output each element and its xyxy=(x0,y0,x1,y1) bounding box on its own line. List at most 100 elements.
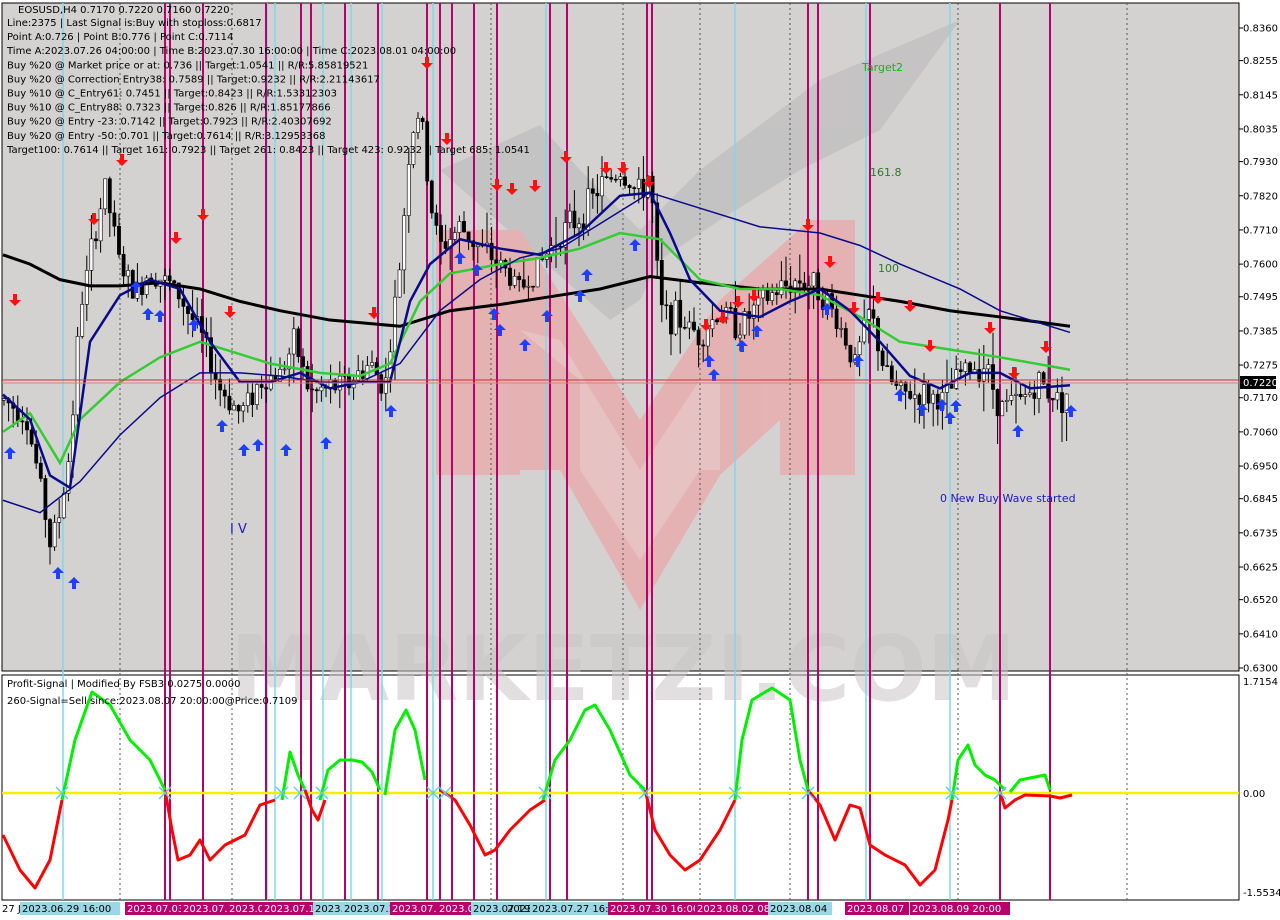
candle xyxy=(75,336,80,416)
candle xyxy=(103,178,108,210)
candle xyxy=(664,304,669,307)
candle xyxy=(894,381,899,386)
candle xyxy=(926,384,931,404)
candle xyxy=(595,193,600,197)
candle xyxy=(756,297,761,306)
candle xyxy=(613,178,618,181)
candle xyxy=(774,292,779,295)
price-tick-label: 0.6520 xyxy=(1243,595,1278,606)
candle xyxy=(876,317,880,352)
info-line: Buy %10 @ C_Entry61: 0.7451 || Target:0.… xyxy=(7,89,337,100)
candle xyxy=(379,374,384,394)
candle xyxy=(922,384,926,405)
candle xyxy=(811,272,816,287)
time-axis[interactable]: 27 Jun 20232023.06.29 16:002023.07.03 20… xyxy=(2,902,1010,915)
candle xyxy=(163,275,167,281)
candle xyxy=(29,429,34,445)
candle xyxy=(416,118,420,133)
candle xyxy=(908,390,913,399)
candle xyxy=(319,386,324,392)
candle xyxy=(705,328,710,347)
candle xyxy=(255,384,259,405)
candle xyxy=(618,176,623,180)
candle xyxy=(126,270,131,277)
indicator-axis-bottom: -1.5534 xyxy=(1243,888,1280,899)
candle xyxy=(963,362,968,372)
candle xyxy=(880,350,885,366)
candle xyxy=(181,298,186,307)
candle xyxy=(434,212,439,226)
candle xyxy=(632,187,637,189)
fib-161-label: 161.8 xyxy=(870,166,902,179)
indicator-signal-text: 260-Signal=Sell since:2023.08.07 20:00:0… xyxy=(7,696,297,707)
candle xyxy=(692,321,696,331)
candle xyxy=(475,244,480,247)
candle xyxy=(834,308,839,330)
candle xyxy=(673,299,678,335)
price-tick-label: 0.8035 xyxy=(1243,124,1278,135)
trading-chart[interactable]: MARKETZI.COM EOSUSD,H4 0.7170 0.7220 0.7… xyxy=(0,0,1280,920)
candle xyxy=(84,270,89,305)
symbol-line: EOSUSD,H4 0.7170 0.7220 0.7160 0.7220 xyxy=(18,5,230,16)
candle xyxy=(89,238,94,271)
candle xyxy=(94,238,98,242)
candle xyxy=(784,280,788,287)
candle xyxy=(935,393,940,410)
candle xyxy=(710,319,715,330)
candle xyxy=(296,328,301,357)
candle xyxy=(738,334,742,339)
candle xyxy=(659,260,664,306)
candle xyxy=(1000,401,1005,417)
candle xyxy=(512,275,517,286)
candle xyxy=(282,368,287,371)
indicator-axis-top: 1.7154 xyxy=(1243,677,1278,688)
candle xyxy=(696,329,701,346)
price-tick-label: 0.6300 xyxy=(1243,664,1278,675)
time-label: 2023.08.09 20:00 xyxy=(912,904,1001,915)
time-label: 2023.07.30 16:00 xyxy=(610,904,699,915)
buy-wave-label: 0 New Buy Wave started xyxy=(940,492,1076,505)
candle xyxy=(770,292,775,301)
candle xyxy=(866,309,871,320)
candle xyxy=(604,176,609,178)
info-line: Point A:0.726 | Point B:0.776 | Point C:… xyxy=(7,32,233,43)
info-line: Buy %20 @ Entry -50: 0.701 || Target:0.7… xyxy=(7,131,325,142)
candle xyxy=(885,365,890,367)
candle xyxy=(1023,394,1028,397)
candle xyxy=(1032,392,1037,399)
candle xyxy=(439,225,443,242)
candle xyxy=(508,267,512,286)
candle xyxy=(250,392,255,405)
candle xyxy=(761,289,765,299)
candle xyxy=(623,176,627,186)
candle xyxy=(526,285,531,288)
price-tick-label: 0.6410 xyxy=(1243,629,1278,640)
info-line: Buy %20 @ Market price or at: 0.736 || T… xyxy=(7,60,368,71)
candle xyxy=(857,341,862,355)
candle xyxy=(687,321,692,329)
candle xyxy=(1018,393,1023,397)
candle xyxy=(981,368,986,382)
fib-100-label: 100 xyxy=(878,262,899,275)
candle xyxy=(1009,395,1014,401)
candle xyxy=(121,254,126,277)
candle xyxy=(61,493,66,519)
price-tick-label: 0.6845 xyxy=(1243,494,1278,505)
candle xyxy=(1037,372,1041,399)
candle xyxy=(995,389,1000,417)
candle xyxy=(241,405,246,412)
candle xyxy=(678,299,683,328)
candle xyxy=(402,215,407,271)
price-tick-label: 0.7170 xyxy=(1243,393,1278,404)
target2-label: Target2 xyxy=(861,61,903,74)
price-tick-label: 0.6735 xyxy=(1243,528,1278,539)
candle xyxy=(669,305,673,335)
candle xyxy=(986,364,991,370)
candle xyxy=(848,344,853,363)
candle xyxy=(839,328,844,330)
time-label: 2023.07.27 16:00 xyxy=(532,904,621,915)
candle xyxy=(1060,392,1064,413)
candle xyxy=(227,395,232,411)
candle xyxy=(958,369,963,372)
info-line: Target100: 0.7614 || Target 161: 0.7923 … xyxy=(6,145,530,156)
